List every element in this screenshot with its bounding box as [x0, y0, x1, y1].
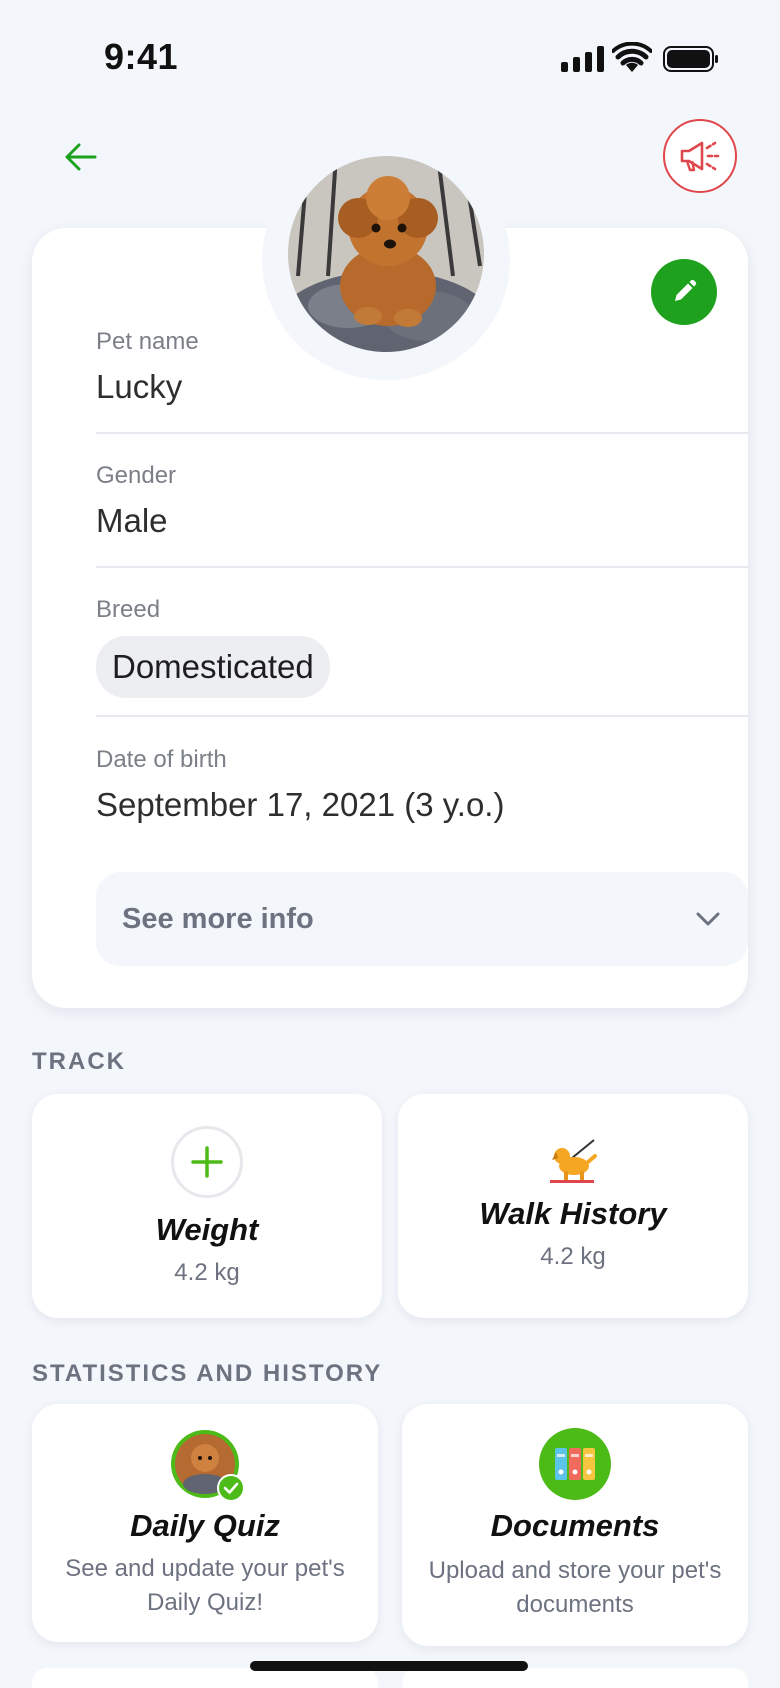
documents-tile[interactable]: Documents Upload and store your pet's do…: [402, 1404, 748, 1646]
battery-icon: [663, 46, 718, 72]
see-more-label: See more info: [122, 902, 314, 935]
see-more-info-button[interactable]: See more info: [96, 872, 748, 966]
add-weight-button[interactable]: [171, 1126, 243, 1198]
signal-icon: [561, 46, 604, 72]
documents-description: Upload and store your pet's documents: [428, 1557, 722, 1618]
walk-history-title: Walk History: [479, 1196, 667, 1231]
back-button[interactable]: [58, 134, 104, 180]
daily-quiz-tile[interactable]: Daily Quiz See and update your pet's Dai…: [32, 1404, 378, 1642]
walk-history-tile[interactable]: Walk History 4.2 kg: [398, 1094, 748, 1318]
next-tile-peek: [402, 1668, 748, 1688]
track-section-title: TRACK: [32, 1048, 126, 1075]
arrow-left-icon: [65, 143, 97, 171]
weight-title: Weight: [155, 1212, 259, 1247]
gender-label: Gender: [96, 462, 177, 489]
divider: [96, 432, 748, 434]
gender-field: Gender Male: [96, 462, 748, 540]
stats-section-title: STATISTICS AND HISTORY: [32, 1360, 383, 1387]
daily-quiz-title: Daily Quiz: [130, 1508, 280, 1543]
daily-quiz-description: See and update your pet's Daily Quiz!: [65, 1555, 345, 1616]
edit-profile-button[interactable]: [651, 259, 717, 325]
dob-field: Date of birth September 17, 2021 (3 y.o.…: [96, 746, 748, 824]
divider: [96, 715, 748, 717]
dog-walk-icon: [550, 1139, 597, 1183]
divider: [96, 566, 748, 568]
megaphone-icon: [680, 141, 720, 172]
chevron-down-icon: [696, 912, 720, 926]
walk-history-value: 4.2 kg: [540, 1243, 606, 1270]
home-indicator: [250, 1661, 528, 1671]
status-bar: 9:41: [0, 0, 780, 110]
folders-icon: [539, 1428, 611, 1500]
pencil-icon: [675, 279, 697, 301]
weight-value: 4.2 kg: [174, 1259, 240, 1286]
dog-photo: [288, 156, 484, 352]
gender-value: Male: [96, 502, 168, 539]
plus-icon: [191, 1146, 223, 1178]
status-time: 9:41: [104, 36, 179, 77]
pet-avatar[interactable]: [288, 156, 484, 352]
announcements-button[interactable]: [663, 119, 737, 193]
breed-chip: Domesticated: [96, 636, 330, 698]
weight-tile[interactable]: Weight 4.2 kg: [32, 1094, 382, 1318]
next-tile-peek: [32, 1668, 378, 1688]
dob-value: September 17, 2021 (3 y.o.): [96, 786, 505, 823]
dob-label: Date of birth: [96, 746, 227, 773]
breed-field: Breed Domesticated: [96, 596, 748, 698]
wifi-icon: [612, 42, 652, 72]
breed-label: Breed: [96, 596, 161, 623]
checkmark-badge-icon: [217, 1474, 245, 1502]
documents-title: Documents: [490, 1508, 660, 1543]
quiz-avatar-icon: [169, 1428, 245, 1502]
